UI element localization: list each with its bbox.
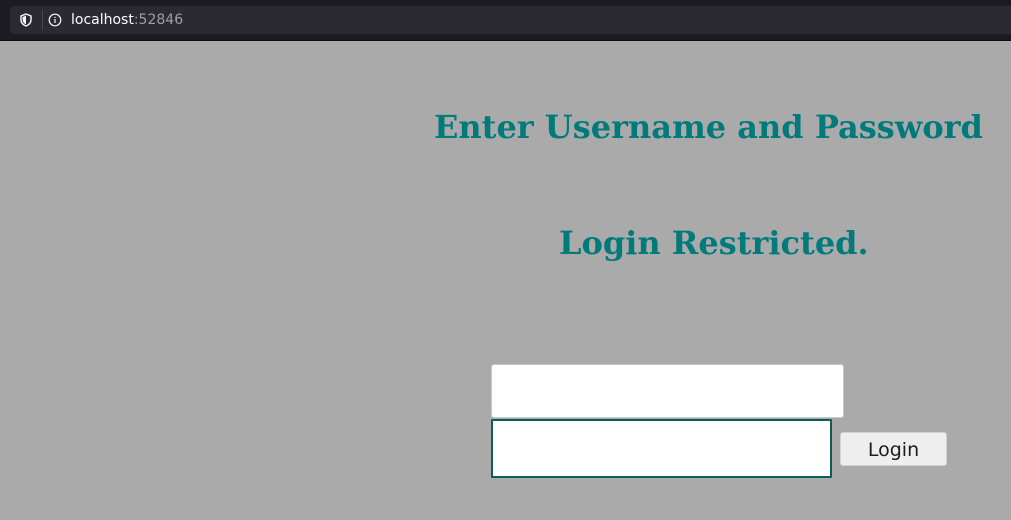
url-port: :52846	[133, 12, 184, 28]
login-button[interactable]: Login	[840, 432, 947, 466]
url-text[interactable]: localhost:52846	[71, 11, 183, 29]
address-bar-divider	[42, 10, 43, 30]
address-bar[interactable]: localhost:52846	[10, 6, 1011, 34]
restriction-message: Login Restricted.	[559, 224, 869, 262]
page-content: Enter Username and Password Login Restri…	[0, 41, 1011, 520]
page-title: Enter Username and Password	[434, 108, 983, 146]
browser-toolbar: localhost:52846	[0, 0, 1011, 40]
url-host: localhost	[71, 12, 134, 28]
password-input[interactable]	[491, 419, 832, 478]
info-icon[interactable]	[48, 13, 62, 27]
username-input[interactable]	[491, 364, 844, 418]
shield-icon[interactable]	[19, 13, 33, 27]
